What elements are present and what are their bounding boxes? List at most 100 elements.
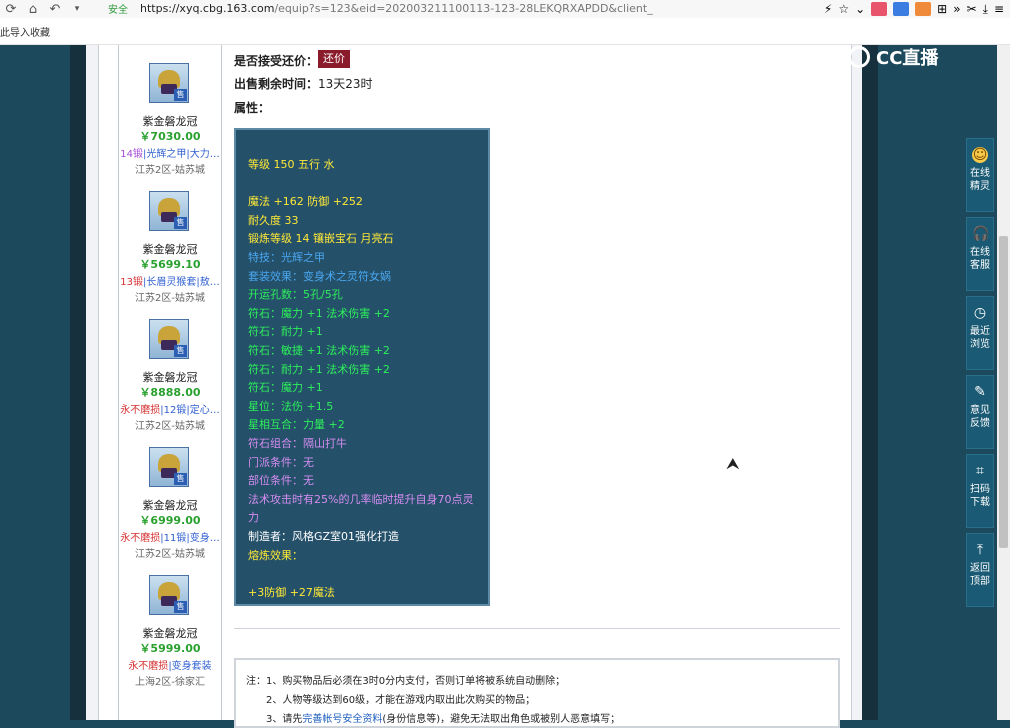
url-host: https://xyq.cbg.163.com <box>140 1 275 15</box>
attribute-line: 符石：耐力 +1 法术伤害 +2 <box>248 362 390 376</box>
more-icon[interactable]: » <box>953 2 960 16</box>
attribute-line: 符石：魔力 +1 <box>248 381 323 395</box>
page-edge-right <box>862 45 878 720</box>
remaining-time-value: 13天23时 <box>318 77 373 91</box>
purchase-notes: 注：1、购买物品后必须在3时0分内支付，否则订单将被系统自动删除； 2、人物等级… <box>234 658 840 728</box>
side-tool-button[interactable]: ⤒ 返回顶部 <box>966 533 994 607</box>
arrow-up-icon: ⤒ <box>976 542 984 558</box>
chevron-down-icon[interactable]: ⌄ <box>855 2 865 16</box>
counter-offer-button[interactable]: 还价 <box>318 50 350 68</box>
listing-item[interactable]: 售紫金磐龙冠 ￥8888.00 永不磨损|12锻|定心… 江苏2区-姑苏城 <box>119 319 221 437</box>
attribute-line: 制造者：风格GZ室01强化打造 <box>248 530 400 543</box>
attribute-line: 特技：光辉之甲 <box>248 251 325 264</box>
clock-icon: ◷ <box>973 305 987 321</box>
attribute-line: 符石：敏捷 +1 法术伤害 +2 <box>248 344 390 357</box>
side-tool-label: 最近浏览 <box>970 326 990 350</box>
sale-tag: 售 <box>174 217 187 229</box>
note-line-1: 注：1、购买物品后必须在3时0分内支付，否则订单将被系统自动删除； <box>246 676 566 687</box>
item-name[interactable]: 紫金磐龙冠 <box>119 369 221 385</box>
attribute-line: 部位条件：无 <box>248 474 314 488</box>
menu-icon[interactable]: ≡ <box>994 2 1004 16</box>
listing-item[interactable]: 售紫金磐龙冠 ￥5699.10 13锻|长眉灵猴套|敖… 江苏2区-姑苏城 <box>119 191 221 309</box>
attribute-line: 符石组合：隔山打牛 <box>248 437 347 450</box>
side-tool-label: 返回顶部 <box>970 563 990 587</box>
note-line-3: 3、请先完善帐号安全资料(身份信息等)，避免无法取出角色或被别人恶意填写； <box>266 714 621 725</box>
item-price: ￥7030.00 <box>139 130 201 143</box>
listing-item[interactable]: 售紫金磐龙冠 ￥7030.00 14锻|光辉之甲|大力… 江苏2区-姑苏城 <box>119 63 221 181</box>
item-name[interactable]: 紫金磐龙冠 <box>119 241 221 257</box>
attribute-line: 套装效果：变身术之灵符女娲 <box>248 269 391 283</box>
secure-badge: 安全 <box>108 4 128 16</box>
item-thumbnail[interactable]: 售 <box>149 575 189 615</box>
listing-item[interactable]: 售紫金磐龙冠 ￥6999.00 永不磨损|11锻|变身… 江苏2区-姑苏城 <box>119 447 221 565</box>
side-tool-label: 扫码下载 <box>970 484 990 508</box>
item-attrs: 永不磨损|12锻|定心… <box>120 405 220 416</box>
page-edge-left <box>70 45 86 720</box>
item-name[interactable]: 紫金磐龙冠 <box>119 497 221 513</box>
back-icon[interactable]: ↶ <box>44 2 66 17</box>
item-server: 江苏2区-姑苏城 <box>135 549 205 560</box>
item-name[interactable]: 紫金磐龙冠 <box>119 625 221 641</box>
game-icon[interactable] <box>915 2 932 16</box>
bookmark-hint[interactable]: 此导入收藏 <box>0 24 50 39</box>
translate-icon[interactable] <box>893 2 910 16</box>
home-icon[interactable]: ⌂ <box>22 2 44 17</box>
attribute-line: 星相互合：力量 +2 <box>248 418 345 432</box>
item-thumbnail[interactable]: 售 <box>149 63 189 103</box>
item-price: ￥5999.00 <box>139 642 201 655</box>
attribute-panel: 等级 150 五行 水魔法 +162 防御 +252 耐久度 33 锻炼等级 14 … <box>234 128 490 606</box>
item-thumbnail[interactable]: 售 <box>149 319 189 359</box>
sale-tag: 售 <box>174 473 187 485</box>
refresh-icon[interactable]: ⟳ <box>0 2 22 17</box>
cc-live-logo: CC直播 <box>848 44 938 70</box>
item-server: 江苏2区-姑苏城 <box>135 293 205 304</box>
dropdown-icon[interactable]: ▾ <box>66 4 88 14</box>
item-attrs: 永不磨损|变身套装 <box>128 661 212 672</box>
item-attrs: 13锻|长眉灵猴套|敖… <box>120 277 220 288</box>
side-tool-button[interactable]: ☺ 在线精灵 <box>966 138 994 212</box>
side-tool-label: 意见反馈 <box>970 405 990 429</box>
item-thumbnail[interactable]: 售 <box>149 447 189 487</box>
attribute-line: 符石：耐力 +1 <box>248 325 323 339</box>
listing-sidebar: 售紫金磐龙冠 ￥7030.00 14锻|光辉之甲|大力… 江苏2区-姑苏城售紫金磐龙冠… <box>118 45 222 720</box>
headset-icon: 🎧 <box>972 226 990 242</box>
star-icon[interactable]: ☆ <box>838 2 849 16</box>
sale-tag: 售 <box>174 601 187 613</box>
edit-icon: ✎ <box>974 384 986 400</box>
attribute-line: 门派条件：无 <box>248 455 314 469</box>
item-price: ￥8888.00 <box>139 386 201 399</box>
item-name[interactable]: 紫金磐龙冠 <box>119 113 221 129</box>
item-server: 江苏2区-姑苏城 <box>135 421 205 432</box>
address-bar[interactable]: 安全 https://xyq.cbg.163.com /equip?s=123&… <box>108 0 748 16</box>
listing-item[interactable]: 售紫金磐龙冠 ￥5999.00 永不磨损|变身套装 上海2区-徐家汇 <box>119 575 221 693</box>
scan-icon: ⌗ <box>976 463 984 479</box>
item-price: ￥6999.00 <box>139 514 201 527</box>
side-tool-label: 在线客服 <box>970 247 990 271</box>
item-server: 上海2区-徐家汇 <box>135 677 205 688</box>
item-attrs: 永不磨损|11锻|变身… <box>120 533 220 544</box>
sale-tag: 售 <box>174 89 187 101</box>
lightning-icon[interactable]: ⚡ <box>824 2 832 16</box>
remaining-time-label: 出售剩余时间：13天23时 <box>234 77 373 91</box>
url-path: /equip?s=123&eid=202003211100113-123-28L… <box>274 1 653 15</box>
scissors-icon[interactable]: ✂ <box>967 2 977 16</box>
extension-icon[interactable] <box>871 2 888 16</box>
cc-logo-icon <box>848 46 870 68</box>
attribute-line: 等级 150 五行 水 <box>248 158 335 171</box>
sale-tag: 售 <box>174 345 187 357</box>
item-attrs: 14锻|光辉之甲|大力… <box>120 149 220 160</box>
side-tool-button[interactable]: 🎧 在线客服 <box>966 217 994 291</box>
grid-icon[interactable]: ⊞ <box>937 2 947 16</box>
counter-offer-label: 是否接受还价： <box>234 54 319 68</box>
side-tool-button[interactable]: ⌗ 扫码下载 <box>966 454 994 528</box>
attribute-line: 法术攻击时有25%的几率临时提升自身70点灵 <box>248 492 474 506</box>
download-icon[interactable]: ⤓ <box>983 2 988 17</box>
item-thumbnail[interactable]: 售 <box>149 191 189 231</box>
item-price: ￥5699.10 <box>139 258 201 271</box>
mouse-cursor-icon: ⮝ <box>726 454 740 473</box>
toolbar-extensions: ⚡ ☆ ⌄ ⊞ » ✂ ⤓ ≡ <box>824 0 1010 18</box>
attribute-line: 熔炼效果： <box>248 548 303 562</box>
side-tool-button[interactable]: ✎ 意见反馈 <box>966 375 994 449</box>
scrollbar-thumb[interactable] <box>999 236 1008 548</box>
side-tool-button[interactable]: ◷ 最近浏览 <box>966 296 994 370</box>
